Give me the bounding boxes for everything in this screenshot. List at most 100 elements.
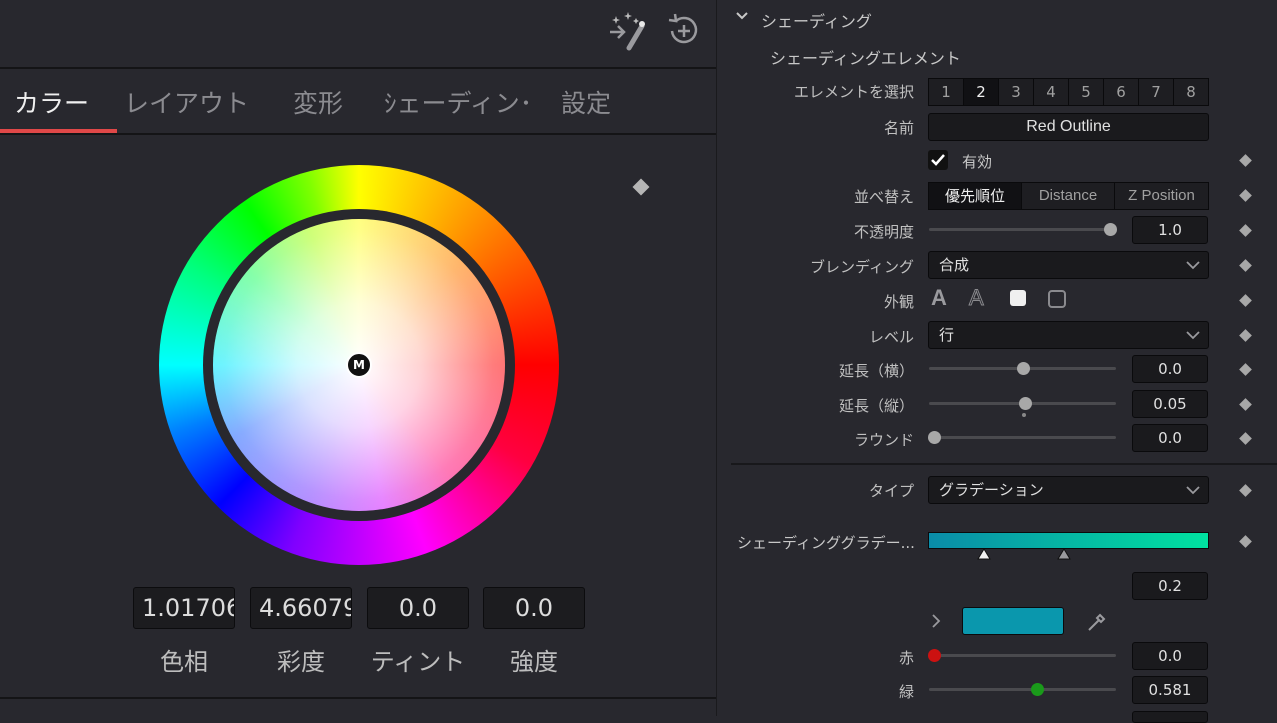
- keyframe-diamond-icon[interactable]: [1239, 484, 1252, 497]
- extend-h-value[interactable]: 0.0: [1132, 355, 1208, 383]
- sort-label: 並べ替え: [853, 188, 914, 206]
- chevron-right-icon[interactable]: [931, 614, 941, 628]
- check-icon: [931, 154, 945, 166]
- tab-color[interactable]: カラー: [14, 84, 89, 120]
- level-dropdown[interactable]: 行: [928, 321, 1209, 349]
- keyframe-diamond-icon[interactable]: [1239, 432, 1252, 445]
- text-fill-icon[interactable]: A: [931, 285, 947, 311]
- saturation-field[interactable]: 4.66079: [250, 587, 352, 629]
- red-channel-label: 赤: [898, 649, 914, 667]
- level-value: 行: [939, 326, 955, 344]
- wheel-marker[interactable]: M: [346, 352, 372, 378]
- sort-zposition-button[interactable]: Z Position: [1114, 182, 1209, 210]
- tab-layout[interactable]: レイアウト: [124, 84, 249, 120]
- tint-field[interactable]: 0.0: [367, 587, 469, 629]
- element-6-button[interactable]: 6: [1103, 78, 1139, 106]
- tab-settings[interactable]: 設定: [561, 84, 611, 120]
- divider: [0, 133, 716, 135]
- keyframe-diamond-icon[interactable]: [1239, 189, 1252, 202]
- keyframe-diamond-icon[interactable]: [1239, 363, 1252, 376]
- round-slider-knob[interactable]: [928, 431, 941, 444]
- chevron-down-icon: [1186, 331, 1200, 340]
- gradient-stop[interactable]: [1057, 549, 1071, 560]
- gradient-bar[interactable]: [928, 532, 1209, 549]
- blending-dropdown[interactable]: 合成: [928, 251, 1209, 279]
- square-fill-icon[interactable]: [1010, 290, 1026, 306]
- blending-label: ブレンディング: [810, 258, 914, 276]
- sort-priority-button[interactable]: 優先順位: [928, 182, 1022, 210]
- red-channel-knob[interactable]: [928, 649, 941, 662]
- green-channel-value[interactable]: 0.581: [1132, 676, 1208, 704]
- extend-v-slider-knob[interactable]: [1019, 397, 1032, 410]
- element-7-button[interactable]: 7: [1138, 78, 1174, 106]
- round-label: ラウンド: [853, 431, 914, 449]
- red-channel-slider[interactable]: [929, 654, 1116, 657]
- green-channel-knob[interactable]: [1031, 683, 1044, 696]
- element-5-button[interactable]: 5: [1068, 78, 1104, 106]
- gradient-label: シェーディンググラデー...: [737, 534, 915, 552]
- chevron-down-icon: [1186, 486, 1200, 495]
- divider: [731, 463, 1277, 465]
- color-swatch[interactable]: [962, 607, 1064, 635]
- round-value[interactable]: 0.0: [1132, 424, 1208, 452]
- magic-wand-icon[interactable]: [602, 10, 648, 52]
- intensity-label: 強度: [510, 648, 558, 676]
- enabled-checkbox[interactable]: [928, 150, 948, 170]
- element-3-button[interactable]: 3: [998, 78, 1034, 106]
- intensity-field[interactable]: 0.0: [483, 587, 585, 629]
- name-label: 名前: [883, 119, 914, 137]
- tab-transform[interactable]: 変形: [293, 84, 343, 120]
- keyframe-diamond-icon[interactable]: [1239, 329, 1252, 342]
- keyframe-diamond-icon[interactable]: [1239, 398, 1252, 411]
- name-field[interactable]: Red Outline: [928, 113, 1209, 141]
- blending-value: 合成: [939, 256, 970, 274]
- keyframe-diamond-icon[interactable]: [1239, 259, 1252, 272]
- default-marker: [1022, 413, 1026, 417]
- element-1-button[interactable]: 1: [928, 78, 964, 106]
- keyframe-diamond-icon[interactable]: [1239, 535, 1252, 548]
- sort-distance-button[interactable]: Distance: [1021, 182, 1115, 210]
- type-dropdown[interactable]: グラデーション: [928, 476, 1209, 504]
- keyframe-diamond-icon[interactable]: [1239, 154, 1252, 167]
- reset-icon[interactable]: [666, 10, 702, 52]
- tab-bar: カラー レイアウト 変形 ｼェーディン･ 設定: [0, 70, 716, 132]
- eyedropper-icon[interactable]: [1085, 610, 1109, 634]
- shading-panel: シェーディング シェーディングエレメント エレメントを選択 1 2 3 4 5 …: [716, 0, 1277, 723]
- extend-h-label: 延長（横）: [838, 362, 914, 380]
- opacity-slider-knob[interactable]: [1104, 223, 1117, 236]
- color-panel: カラー レイアウト 変形 ｼェーディン･ 設定 M 1.01706 4.6607…: [0, 0, 716, 716]
- opacity-value[interactable]: 1.0: [1132, 216, 1208, 244]
- opacity-slider[interactable]: [929, 228, 1116, 231]
- section-title[interactable]: シェーディング: [761, 8, 872, 32]
- color-wheel[interactable]: M: [159, 165, 559, 565]
- keyframe-diamond-icon[interactable]: [1239, 294, 1252, 307]
- text-outline-icon[interactable]: A: [969, 285, 985, 311]
- round-slider[interactable]: [929, 436, 1116, 439]
- element-4-button[interactable]: 4: [1033, 78, 1069, 106]
- element-2-button[interactable]: 2: [963, 78, 999, 106]
- type-label: タイプ: [868, 482, 914, 500]
- tint-label: ティント: [370, 648, 466, 676]
- extend-v-label: 延長（縦）: [838, 397, 914, 415]
- opacity-label: 不透明度: [853, 223, 914, 241]
- extend-v-value[interactable]: 0.05: [1132, 390, 1208, 418]
- chevron-down-icon: [1186, 261, 1200, 270]
- chevron-down-icon[interactable]: [735, 8, 749, 28]
- subsection-title: シェーディングエレメント: [770, 49, 961, 68]
- hue-field[interactable]: 1.01706: [133, 587, 235, 629]
- extend-h-slider-knob[interactable]: [1017, 362, 1030, 375]
- square-outline-icon[interactable]: [1048, 290, 1066, 308]
- blue-channel-value-partial[interactable]: [1132, 711, 1208, 723]
- keyframe-diamond-icon[interactable]: [632, 178, 650, 196]
- tab-shading[interactable]: ｼェーディン･: [384, 84, 532, 120]
- keyframe-diamond-icon[interactable]: [1239, 224, 1252, 237]
- gradient-stop-position[interactable]: 0.2: [1132, 572, 1208, 600]
- gradient-stop-selected[interactable]: [977, 549, 991, 560]
- green-channel-label: 緑: [898, 683, 914, 701]
- divider: [0, 697, 716, 699]
- type-value: グラデーション: [939, 481, 1044, 499]
- red-channel-value[interactable]: 0.0: [1132, 642, 1208, 670]
- green-channel-slider[interactable]: [929, 688, 1116, 691]
- element-8-button[interactable]: 8: [1173, 78, 1209, 106]
- level-label: レベル: [868, 328, 914, 346]
